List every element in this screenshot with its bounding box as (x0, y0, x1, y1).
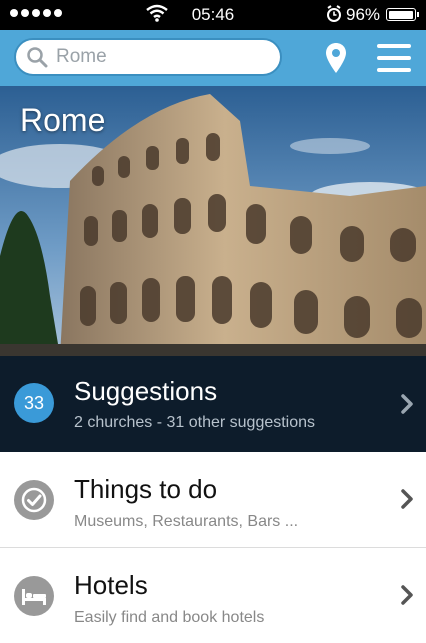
bed-icon (14, 576, 54, 616)
list-item-subtitle: Easily find and book hotels (74, 609, 265, 626)
search-input[interactable] (54, 45, 258, 69)
status-bar: 05:46 96% (0, 0, 426, 30)
suggestions-row[interactable]: 33 Suggestions 2 churches - 31 other sug… (0, 356, 426, 452)
chevron-right-icon (401, 394, 413, 414)
city-title: Rome (20, 102, 106, 138)
search-box[interactable] (14, 38, 282, 76)
hero-image: Rome (0, 86, 426, 356)
list-item-hotels[interactable]: Hotels Easily find and book hotels (0, 548, 426, 643)
list-item-subtitle: Museums, Restaurants, Bars ... (74, 513, 299, 530)
battery-icon (386, 8, 416, 21)
top-bar (0, 30, 426, 86)
chevron-right-icon (401, 489, 413, 509)
check-icon (14, 480, 54, 520)
suggestions-subtitle: 2 churches - 31 other suggestions (74, 414, 316, 431)
suggestions-title: Suggestions (74, 376, 218, 406)
chevron-right-icon (401, 585, 413, 605)
battery-tip (417, 12, 419, 17)
battery-percentage: 96% (346, 5, 381, 24)
search-icon (27, 47, 48, 68)
list-item-title: Things to do (74, 474, 218, 504)
suggestions-count-badge: 33 (14, 383, 54, 423)
list-item-title: Hotels (74, 570, 148, 600)
location-pin-icon[interactable] (325, 42, 347, 74)
menu-icon[interactable] (377, 44, 411, 72)
alarm-icon (327, 5, 341, 22)
list-item-things-to-do[interactable]: Things to do Museums, Restaurants, Bars … (0, 452, 426, 547)
